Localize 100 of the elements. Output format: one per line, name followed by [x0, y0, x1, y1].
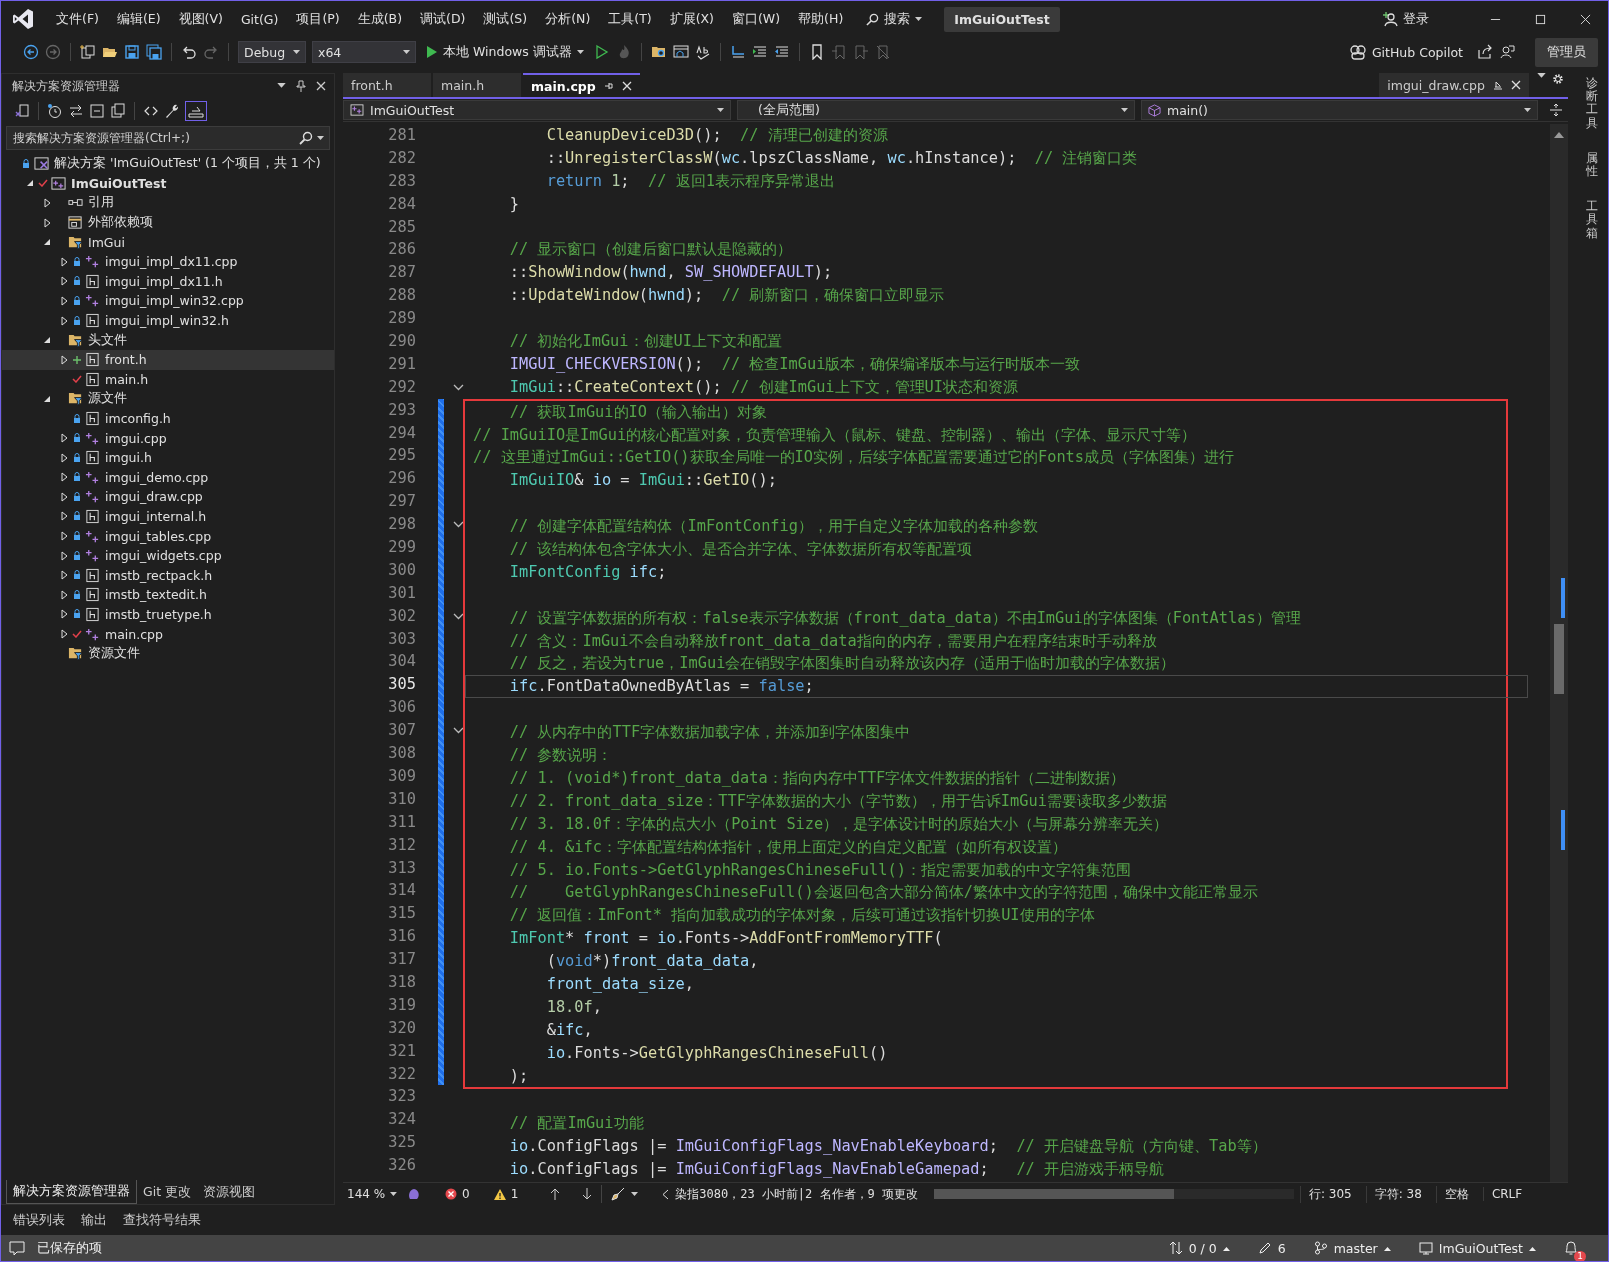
- tree-item[interactable]: 资源文件: [2, 643, 334, 664]
- collapsed-icon[interactable]: [60, 491, 68, 502]
- collapsed-icon[interactable]: [60, 589, 68, 600]
- expanded-icon[interactable]: [43, 336, 51, 345]
- new-project-icon[interactable]: [80, 44, 96, 60]
- back-icon[interactable]: [23, 44, 39, 60]
- collapsed-icon[interactable]: [60, 629, 68, 640]
- collapsed-icon[interactable]: [60, 256, 68, 267]
- zoom-dropdown[interactable]: 144 %: [343, 1187, 401, 1201]
- collapsed-icon[interactable]: [60, 295, 68, 306]
- blame-info[interactable]: 染指3080，23 小时前|2 名作者，9 项更改: [675, 1185, 918, 1203]
- save-all-icon[interactable]: [146, 44, 162, 60]
- tree-item[interactable]: imconfig.h: [2, 408, 334, 429]
- wrench-icon[interactable]: [164, 103, 180, 119]
- warning-count[interactable]: 1: [493, 1187, 519, 1201]
- panel-tab[interactable]: 资源视图: [197, 1180, 262, 1204]
- platform-dropdown[interactable]: x64: [312, 41, 416, 63]
- close-icon[interactable]: [621, 81, 632, 91]
- sync-status[interactable]: 0 / 0: [1168, 1240, 1230, 1256]
- menu-item[interactable]: 文件(F): [47, 10, 108, 28]
- maximize-icon[interactable]: [1535, 13, 1546, 25]
- preview-toggle[interactable]: [185, 101, 207, 121]
- tree-item[interactable]: main.cpp: [2, 624, 334, 644]
- collapsed-icon[interactable]: [60, 276, 68, 287]
- search-button[interactable]: 搜索: [858, 10, 931, 28]
- tree-item[interactable]: imgui_impl_win32.cpp: [2, 291, 334, 311]
- tree-item[interactable]: 引用: [2, 193, 334, 213]
- folder-search-icon[interactable]: [650, 44, 667, 60]
- save-icon[interactable]: [124, 44, 140, 60]
- scroll-up-icon[interactable]: [1554, 132, 1564, 138]
- vertical-scrollbar[interactable]: [1550, 124, 1568, 1182]
- arrow-down-icon[interactable]: [582, 1188, 593, 1200]
- step-icon[interactable]: [729, 44, 746, 60]
- menu-item[interactable]: 分析(N): [536, 10, 600, 28]
- document-tab[interactable]: main.cpp: [523, 73, 640, 97]
- tree-item[interactable]: front.h: [2, 349, 334, 370]
- collapsed-icon[interactable]: [60, 570, 68, 581]
- side-tab[interactable]: 属性: [1586, 151, 1598, 179]
- brain-icon[interactable]: [407, 1187, 421, 1201]
- branch-picker[interactable]: master: [1313, 1240, 1391, 1256]
- redo-icon[interactable]: [203, 44, 219, 60]
- pin-icon[interactable]: [603, 81, 614, 91]
- tree-item[interactable]: 解决方案 'ImGuiOutTest' (1 个项目，共 1 个): [2, 154, 334, 174]
- collapsed-icon[interactable]: [60, 315, 68, 326]
- chevron-left-icon[interactable]: [662, 1188, 670, 1200]
- expanded-icon[interactable]: [43, 394, 51, 403]
- line-position[interactable]: 行: 305: [1300, 1185, 1360, 1203]
- horizontal-scrollbar[interactable]: [934, 1189, 1294, 1199]
- close-icon[interactable]: [1511, 80, 1521, 90]
- collapse-region-icon[interactable]: [453, 612, 464, 620]
- document-tab[interactable]: main.h: [433, 73, 521, 97]
- tree-item[interactable]: imgui_impl_dx11.h: [2, 271, 334, 292]
- error-count[interactable]: 0: [445, 1187, 470, 1201]
- sync-icon[interactable]: [68, 103, 84, 119]
- tree-item[interactable]: 外部依赖项: [2, 212, 334, 233]
- side-tab[interactable]: 诊断工具: [1586, 77, 1598, 130]
- collapsed-icon[interactable]: [60, 531, 68, 542]
- arrow-up-icon[interactable]: [550, 1188, 561, 1200]
- tree-item[interactable]: imgui_impl_win32.h: [2, 310, 334, 331]
- tree-item[interactable]: imstb_rectpack.h: [2, 565, 334, 586]
- tree-item[interactable]: imstb_truetype.h: [2, 604, 334, 625]
- menu-item[interactable]: Git(G): [231, 11, 288, 27]
- feedback-icon[interactable]: [1499, 44, 1515, 60]
- member-dropdown[interactable]: main(): [1141, 100, 1538, 120]
- close-icon[interactable]: [316, 81, 326, 91]
- menu-item[interactable]: 帮助(H): [789, 10, 853, 28]
- menu-item[interactable]: 窗口(W): [723, 10, 790, 28]
- configuration-dropdown[interactable]: Debug: [238, 41, 306, 63]
- menu-item[interactable]: 测试(S): [474, 10, 537, 28]
- copy-icon[interactable]: [110, 103, 126, 119]
- tree-item[interactable]: imgui.cpp: [2, 428, 334, 448]
- undo-icon[interactable]: [181, 44, 197, 60]
- tool-window-tab[interactable]: 查找符号结果: [117, 1211, 207, 1229]
- tree-item[interactable]: imgui_impl_dx11.cpp: [2, 251, 334, 272]
- scope-dropdown[interactable]: (全局范围): [737, 100, 1135, 120]
- copilot-button[interactable]: GitHub Copilot: [1348, 44, 1463, 60]
- bookmark-prev-icon[interactable]: [830, 44, 847, 60]
- broom-icon[interactable]: [611, 1187, 626, 1201]
- collapsed-icon[interactable]: [43, 198, 51, 208]
- search-field[interactable]: 搜索解决方案资源管理器(Ctrl+;): [6, 126, 330, 150]
- collapsed-icon[interactable]: [60, 609, 68, 620]
- collapse-icon[interactable]: [89, 103, 105, 119]
- collapsed-icon[interactable]: [60, 472, 68, 483]
- menu-item[interactable]: 视图(V): [169, 10, 232, 28]
- collapsed-icon[interactable]: [60, 354, 68, 365]
- collapsed-icon[interactable]: [43, 217, 51, 228]
- keep-open-icon[interactable]: [1493, 80, 1503, 90]
- panel-tab[interactable]: 解决方案资源管理器: [6, 1180, 137, 1204]
- panel-tab[interactable]: Git 更改: [137, 1180, 198, 1204]
- tree-item[interactable]: imgui_tables.cpp: [2, 526, 334, 546]
- dropdown-icon[interactable]: [1537, 73, 1546, 79]
- tree-item[interactable]: imgui_widgets.cpp: [2, 545, 334, 566]
- preview-tab[interactable]: imgui_draw.cpp: [1379, 73, 1529, 97]
- tree-item[interactable]: 源文件: [2, 389, 334, 409]
- edit-count[interactable]: 6: [1257, 1240, 1286, 1256]
- tree-item[interactable]: main.h: [2, 369, 334, 390]
- collapsed-icon[interactable]: [60, 433, 68, 444]
- share-icon[interactable]: [1477, 44, 1493, 60]
- indent-icon[interactable]: [751, 44, 768, 60]
- side-tab[interactable]: 工具箱: [1586, 200, 1598, 240]
